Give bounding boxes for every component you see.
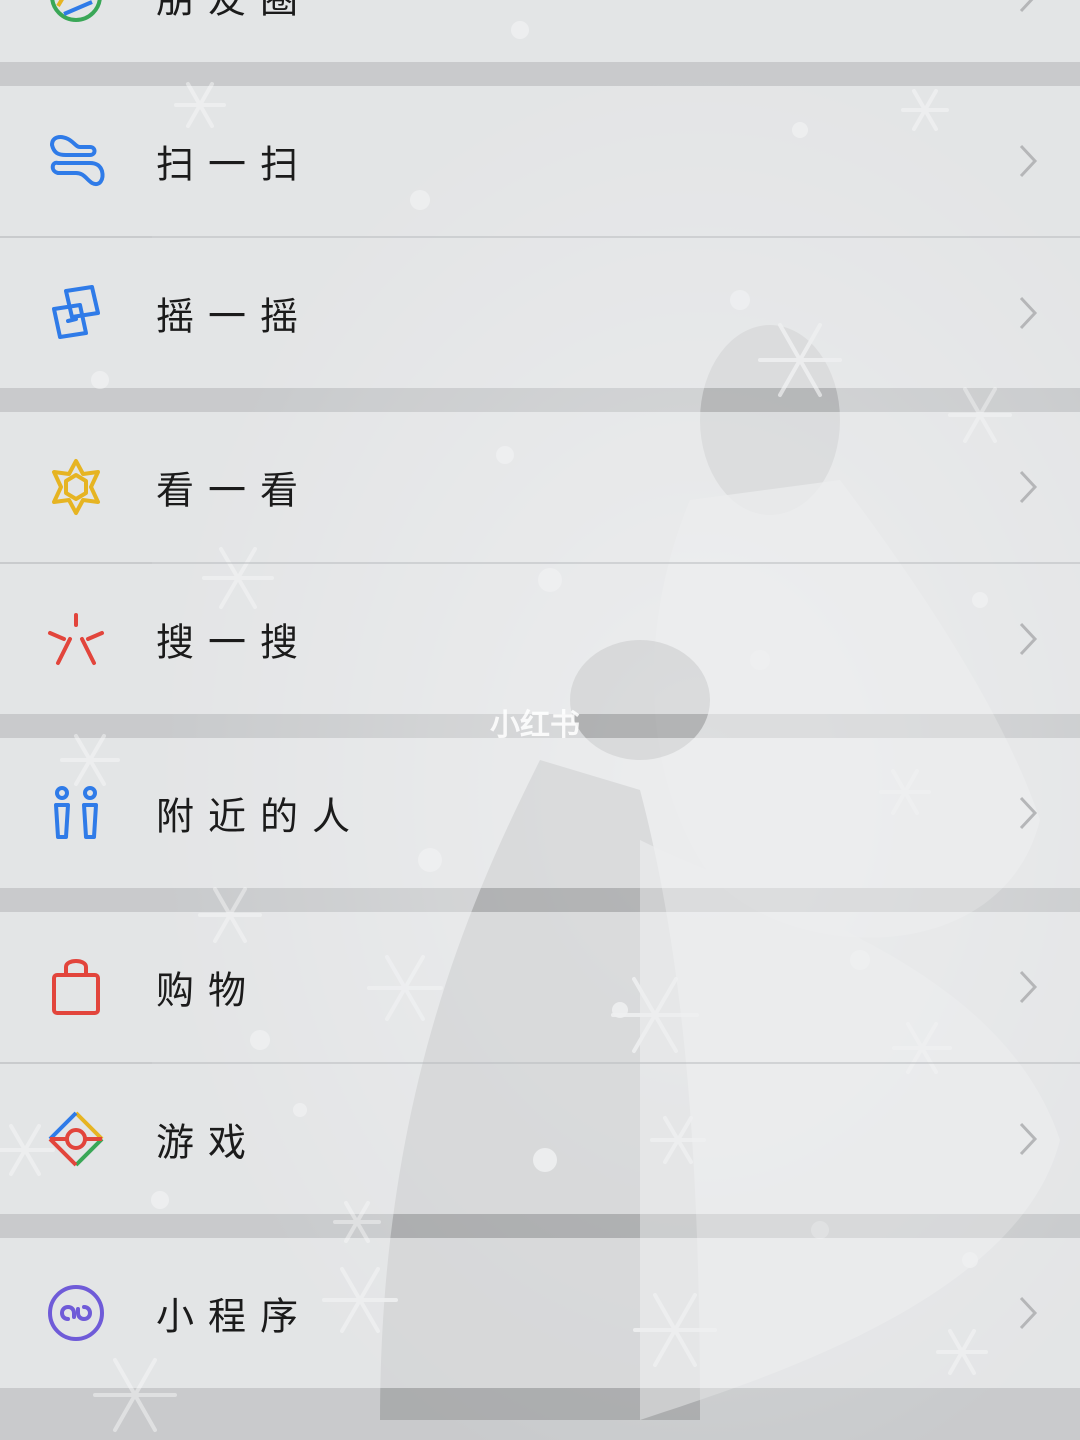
menu-item-label: 附近的人	[156, 794, 365, 839]
moments-icon	[46, 0, 106, 26]
menu-item-label: 游戏	[156, 1120, 261, 1165]
chevron-right-icon	[1018, 969, 1038, 1005]
chevron-right-icon	[1018, 469, 1038, 505]
menu-item-shake[interactable]: 摇一摇	[0, 238, 1080, 388]
menu-item-label: 小程序	[156, 1294, 313, 1339]
section-gap	[0, 1388, 1080, 1440]
shopping-bag-icon	[46, 957, 106, 1017]
scan-icon	[46, 131, 106, 191]
menu-item-label: 购物	[156, 968, 261, 1013]
menu-item-label: 搜一搜	[156, 620, 313, 665]
game-icon	[46, 1109, 106, 1169]
chevron-right-icon	[1018, 143, 1038, 179]
shake-icon	[46, 283, 106, 343]
menu-item-shopping[interactable]: 购物	[0, 912, 1080, 1062]
section-gap	[0, 1214, 1080, 1238]
menu-item-game[interactable]: 游戏	[0, 1064, 1080, 1214]
menu-item-look[interactable]: 看一看	[0, 412, 1080, 562]
menu-item-label: 扫一扫	[156, 142, 313, 187]
menu-item-label: 朋友圈	[156, 0, 312, 24]
section-gap	[0, 62, 1080, 86]
menu-item-label: 摇一摇	[156, 294, 313, 339]
chevron-right-icon	[1018, 295, 1038, 331]
menu-item-scan[interactable]: 扫一扫	[0, 86, 1080, 236]
mini-program-icon	[46, 1283, 106, 1343]
menu-item-mini-program[interactable]: 小程序	[0, 1238, 1080, 1388]
search-icon	[46, 609, 106, 669]
chevron-right-icon	[1018, 795, 1038, 831]
chevron-right-icon	[1018, 1295, 1038, 1331]
section-gap	[0, 388, 1080, 412]
chevron-right-icon	[1018, 1121, 1038, 1157]
chevron-right-icon	[1018, 621, 1038, 657]
menu-item-search[interactable]: 搜一搜	[0, 564, 1080, 714]
section-gap	[0, 888, 1080, 912]
menu-item-moments[interactable]: 朋友圈	[0, 0, 1080, 62]
menu-item-nearby-people[interactable]: 附近的人	[0, 738, 1080, 888]
chevron-right-icon	[1018, 0, 1038, 14]
nearby-people-icon	[46, 783, 106, 843]
watermark: 小红书	[490, 708, 580, 743]
look-icon	[46, 457, 106, 517]
menu-item-label: 看一看	[156, 468, 313, 513]
